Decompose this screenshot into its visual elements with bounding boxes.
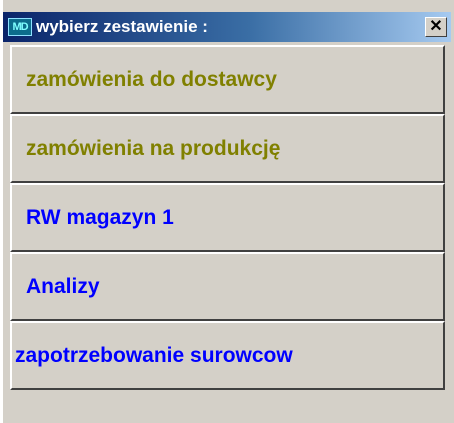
report-button-label: zamówienia do dostawcy [26, 67, 277, 91]
report-list: zamówienia do dostawcy zamówienia na pro… [10, 45, 445, 390]
report-button-label: RW magazyn 1 [26, 205, 174, 229]
close-icon: ✕ [429, 18, 443, 35]
report-button-label: zamówienia na produkcję [26, 136, 281, 160]
report-button-raw-material-demand[interactable]: zapotrzebowanie surowcow [10, 321, 445, 390]
report-button-production-orders[interactable]: zamówienia na produkcję [10, 114, 445, 183]
window-title: wybierz zestawienie : [36, 17, 208, 36]
title-bar[interactable]: MD wybierz zestawienie : ✕ [3, 12, 451, 42]
report-button-analyses[interactable]: Analizy [10, 252, 445, 321]
report-button-label: zapotrzebowanie surowcow [15, 343, 293, 367]
window-edge [0, 0, 3, 423]
app-icon: MD [8, 18, 32, 36]
report-button-label: Analizy [26, 274, 100, 298]
close-button[interactable]: ✕ [425, 17, 447, 37]
report-button-rw-warehouse[interactable]: RW magazyn 1 [10, 183, 445, 252]
report-button-supplier-orders[interactable]: zamówienia do dostawcy [10, 45, 445, 114]
dialog-window: MD wybierz zestawienie : ✕ zamówienia do… [0, 0, 454, 423]
